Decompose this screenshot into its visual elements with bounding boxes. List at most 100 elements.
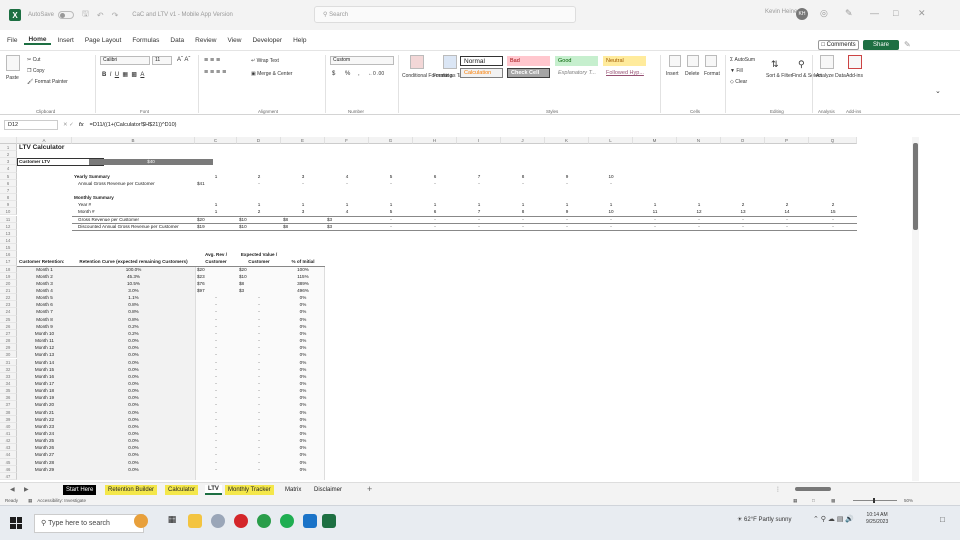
analyze-data-icon[interactable] [820,55,834,69]
row-header[interactable]: 15 [0,244,17,252]
column-header[interactable]: F [325,137,369,144]
expected-value[interactable]: - [239,394,279,401]
retention-month[interactable]: Month 12 [19,344,70,351]
retention-month[interactable]: Month 1 [19,266,70,273]
year-header[interactable]: 6 [415,173,455,180]
year-number[interactable]: 1 [415,201,455,208]
year-value[interactable]: - [239,180,279,187]
pct-initial-value[interactable]: 0% [283,323,323,330]
avg-revenue-value[interactable]: - [197,430,235,437]
year-number[interactable]: 1 [547,201,587,208]
row-header[interactable]: 9 [0,201,17,209]
retention-month[interactable]: Month 25 [19,437,70,444]
search-input[interactable]: ⚲ Search [314,6,576,23]
tab-help[interactable]: Help [289,37,310,44]
pct-initial-value[interactable]: 0% [283,459,323,466]
format-cells-icon[interactable] [705,55,717,67]
worksheet-grid[interactable]: A B C D E F G H I J K L M N O P Q 1 2 3 4 5 6 7 8 9 10 11 12 13 14 15 16… [0,137,960,481]
column-header[interactable]: C [195,137,237,144]
zoom-slider-track[interactable] [853,500,897,501]
row-header[interactable]: 12 [0,222,17,230]
insert-cells-icon[interactable] [669,55,681,67]
row-header[interactable]: 11 [0,215,17,223]
month-number[interactable]: 3 [283,208,323,215]
discounted-revenue-value[interactable]: - [635,223,675,230]
decimal-buttons[interactable]: ←0 .00 [368,71,384,77]
year-value[interactable]: - [503,180,543,187]
addins-icon[interactable] [848,55,862,69]
retention-curve-value[interactable]: 0.0% [74,373,193,380]
pct-initial-value[interactable]: 0% [283,344,323,351]
insert-button[interactable]: Insert [666,71,679,77]
avg-revenue-value[interactable]: - [197,373,235,380]
retention-month[interactable]: Month 17 [19,380,70,387]
retention-curve-value[interactable]: 0.0% [74,430,193,437]
pct-initial-value[interactable]: 0% [283,373,323,380]
expected-value[interactable]: - [239,316,279,323]
row-header[interactable]: 7 [0,186,17,195]
column-header[interactable]: H [413,137,457,144]
gross-revenue-label[interactable]: Gross Revenue per Customer [78,216,198,223]
pen-icon[interactable]: ✎ [845,8,853,19]
pct-initial-value[interactable]: 389% [283,280,323,287]
retention-curve-value[interactable]: 45.3% [74,273,193,280]
sheet-title[interactable]: LTV Calculator [19,144,139,151]
row-header[interactable]: 35 [0,387,17,395]
pct-initial-value[interactable]: 0% [283,444,323,451]
cancel-icon[interactable]: ✕ ✓ [63,122,74,128]
monthly-summary-heading[interactable]: Monthly Summary [74,194,193,201]
sheet-tab-start-here[interactable]: Start Here [63,485,97,495]
year-number[interactable]: 2 [811,201,855,208]
column-header[interactable]: D [237,137,281,144]
pct-initial-value[interactable]: 0% [283,451,323,458]
tab-developer[interactable]: Developer [248,37,286,44]
column-header[interactable]: L [589,137,633,144]
next-sheet-icon[interactable]: ▶ [24,486,29,493]
retention-month[interactable]: Month 5 [19,294,70,301]
avg-revenue-value[interactable]: - [197,459,235,466]
pen-sign-icon[interactable]: ✎ [904,40,911,49]
row-header[interactable]: 44 [0,451,17,459]
discounted-revenue-value[interactable]: $19 [197,223,235,230]
row-header[interactable]: 32 [0,365,17,373]
month-number[interactable]: 7 [459,208,499,215]
gross-revenue-value[interactable]: - [371,216,411,223]
weather-widget[interactable]: ☀ 62°F Partly sunny [737,516,791,523]
row-header[interactable]: 36 [0,394,17,402]
font-name-select[interactable]: Calibri [100,56,150,65]
pct-initial-value[interactable]: 0% [283,423,323,430]
yearly-summary-heading[interactable]: Yearly Summary [74,173,193,180]
retention-month[interactable]: Month 2 [19,273,70,280]
row-header[interactable]: 6 [0,179,17,187]
expected-value[interactable]: - [239,401,279,408]
avg-revenue-value[interactable]: - [197,380,235,387]
row-header[interactable]: 16 [0,251,17,259]
year-value[interactable]: - [283,180,323,187]
avg-revenue-value[interactable]: - [197,444,235,451]
style-calculation[interactable]: Calculation [460,68,503,78]
sheet-tab-monthly-tracker[interactable]: Monthly Tracker [225,485,274,495]
avg-revenue-value[interactable]: - [197,359,235,366]
year-number[interactable]: 1 [283,201,323,208]
gross-revenue-value[interactable]: - [767,216,807,223]
format-painter-button[interactable]: 🖌 Format Painter [27,79,68,85]
avg-revenue-value[interactable]: - [197,366,235,373]
name-box[interactable]: D12 [4,120,58,130]
expected-value[interactable]: - [239,351,279,358]
retention-month[interactable]: Month 24 [19,430,70,437]
month-number[interactable]: 12 [679,208,719,215]
retention-month[interactable]: Month 19 [19,394,70,401]
year-value[interactable]: $41 [197,180,235,187]
expected-value[interactable]: - [239,294,279,301]
year-number[interactable]: 1 [591,201,631,208]
month-number[interactable]: 9 [547,208,587,215]
month-number[interactable]: 13 [723,208,763,215]
lightbulb-icon[interactable]: ◎ [820,8,828,19]
row-header[interactable]: 38 [0,408,17,416]
sheet-tab-ltv[interactable]: LTV [205,485,222,495]
retention-curve-value[interactable]: 0.8% [74,316,193,323]
year-header[interactable]: 8 [503,173,543,180]
task-view-icon[interactable]: ▦ [165,514,179,528]
retention-curve-value[interactable]: 0.0% [74,380,193,387]
discounted-revenue-value[interactable]: - [415,223,455,230]
